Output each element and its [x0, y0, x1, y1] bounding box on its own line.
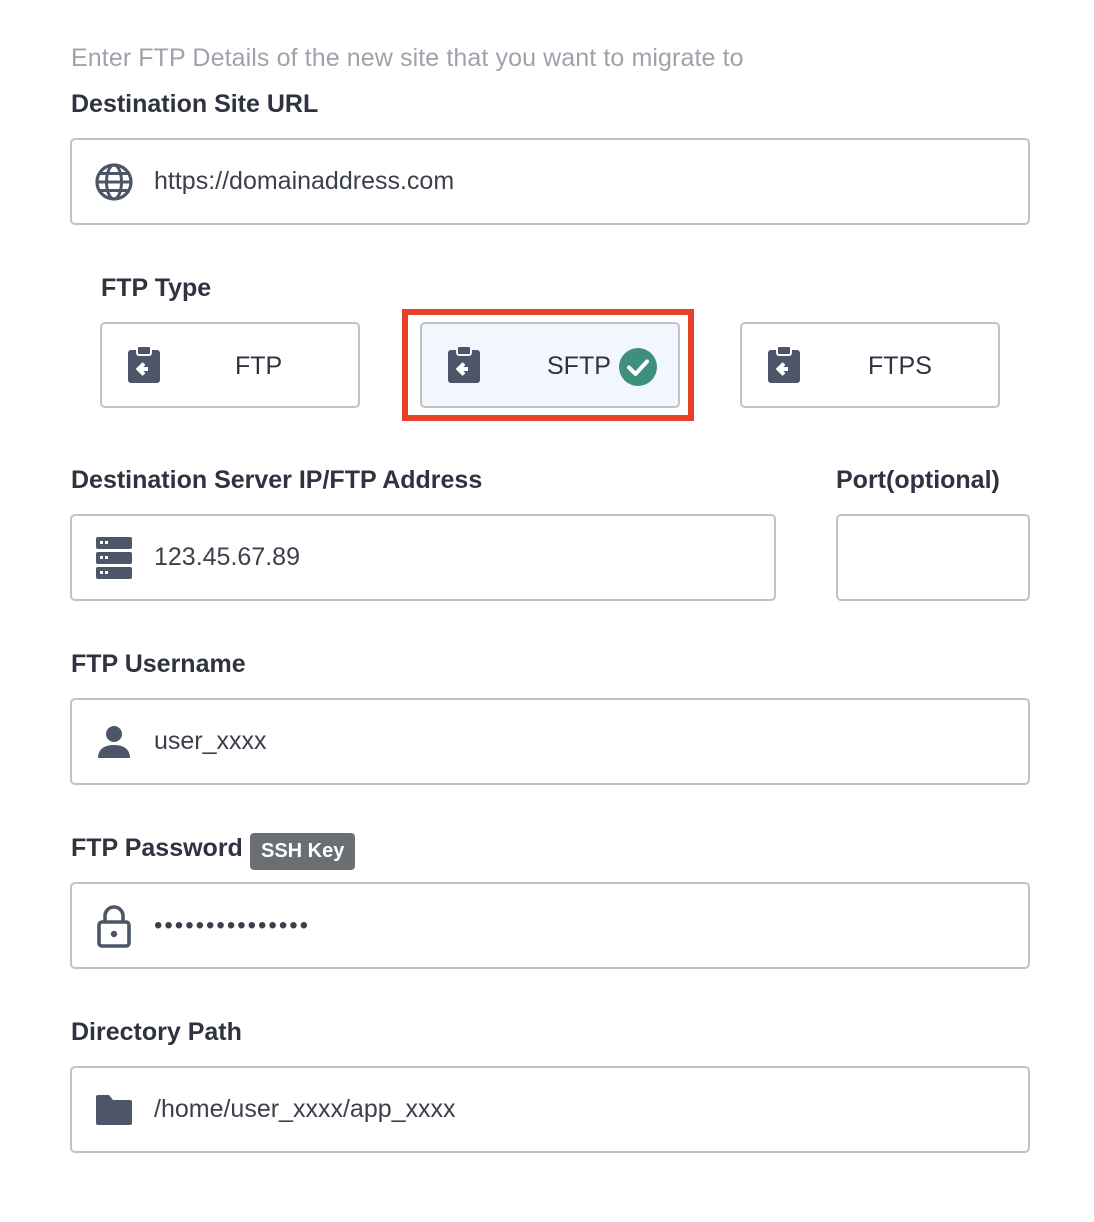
server-label: Destination Server IP/FTP Address — [71, 466, 483, 494]
user-icon — [94, 722, 134, 762]
lock-icon — [94, 904, 134, 948]
directory-label: Directory Path — [71, 1018, 242, 1046]
clipboard-arrow-icon — [764, 345, 804, 385]
password-value: ••••••••••••••• — [154, 911, 311, 939]
folder-icon — [94, 1090, 134, 1130]
server-icon — [94, 536, 134, 579]
username-label: FTP Username — [71, 650, 246, 678]
server-address-field[interactable]: 123.45.67.89 — [70, 514, 776, 601]
clipboard-arrow-icon — [124, 345, 164, 385]
username-value: user_xxxx — [154, 727, 267, 755]
globe-icon — [94, 162, 134, 202]
ssh-key-badge[interactable]: SSH Key — [250, 833, 356, 870]
ftp-type-label: FTP Type — [101, 274, 212, 302]
intro-text: Enter FTP Details of the new site that y… — [71, 44, 744, 72]
destination-url-label: Destination Site URL — [71, 90, 319, 118]
ftp-type-option-label: FTPS — [868, 352, 932, 380]
destination-url-field[interactable]: https://domainaddress.com — [70, 138, 1030, 225]
port-label: Port(optional) — [836, 466, 1000, 494]
password-label: FTP Password — [71, 834, 243, 862]
directory-path-field[interactable]: /home/user_xxxx/app_xxxx — [70, 1066, 1030, 1153]
destination-url-value: https://domainaddress.com — [154, 167, 455, 195]
directory-path-value: /home/user_xxxx/app_xxxx — [154, 1095, 456, 1123]
server-address-value: 123.45.67.89 — [154, 543, 300, 571]
ftp-type-option-ftp[interactable]: FTP — [100, 322, 360, 408]
username-field[interactable]: user_xxxx — [70, 698, 1030, 785]
password-field[interactable]: ••••••••••••••• — [70, 882, 1030, 969]
ftp-type-option-ftps[interactable]: FTPS — [740, 322, 1000, 408]
ftp-type-option-label: FTP — [235, 352, 283, 380]
selection-highlight — [402, 309, 694, 421]
port-field[interactable] — [836, 514, 1030, 601]
